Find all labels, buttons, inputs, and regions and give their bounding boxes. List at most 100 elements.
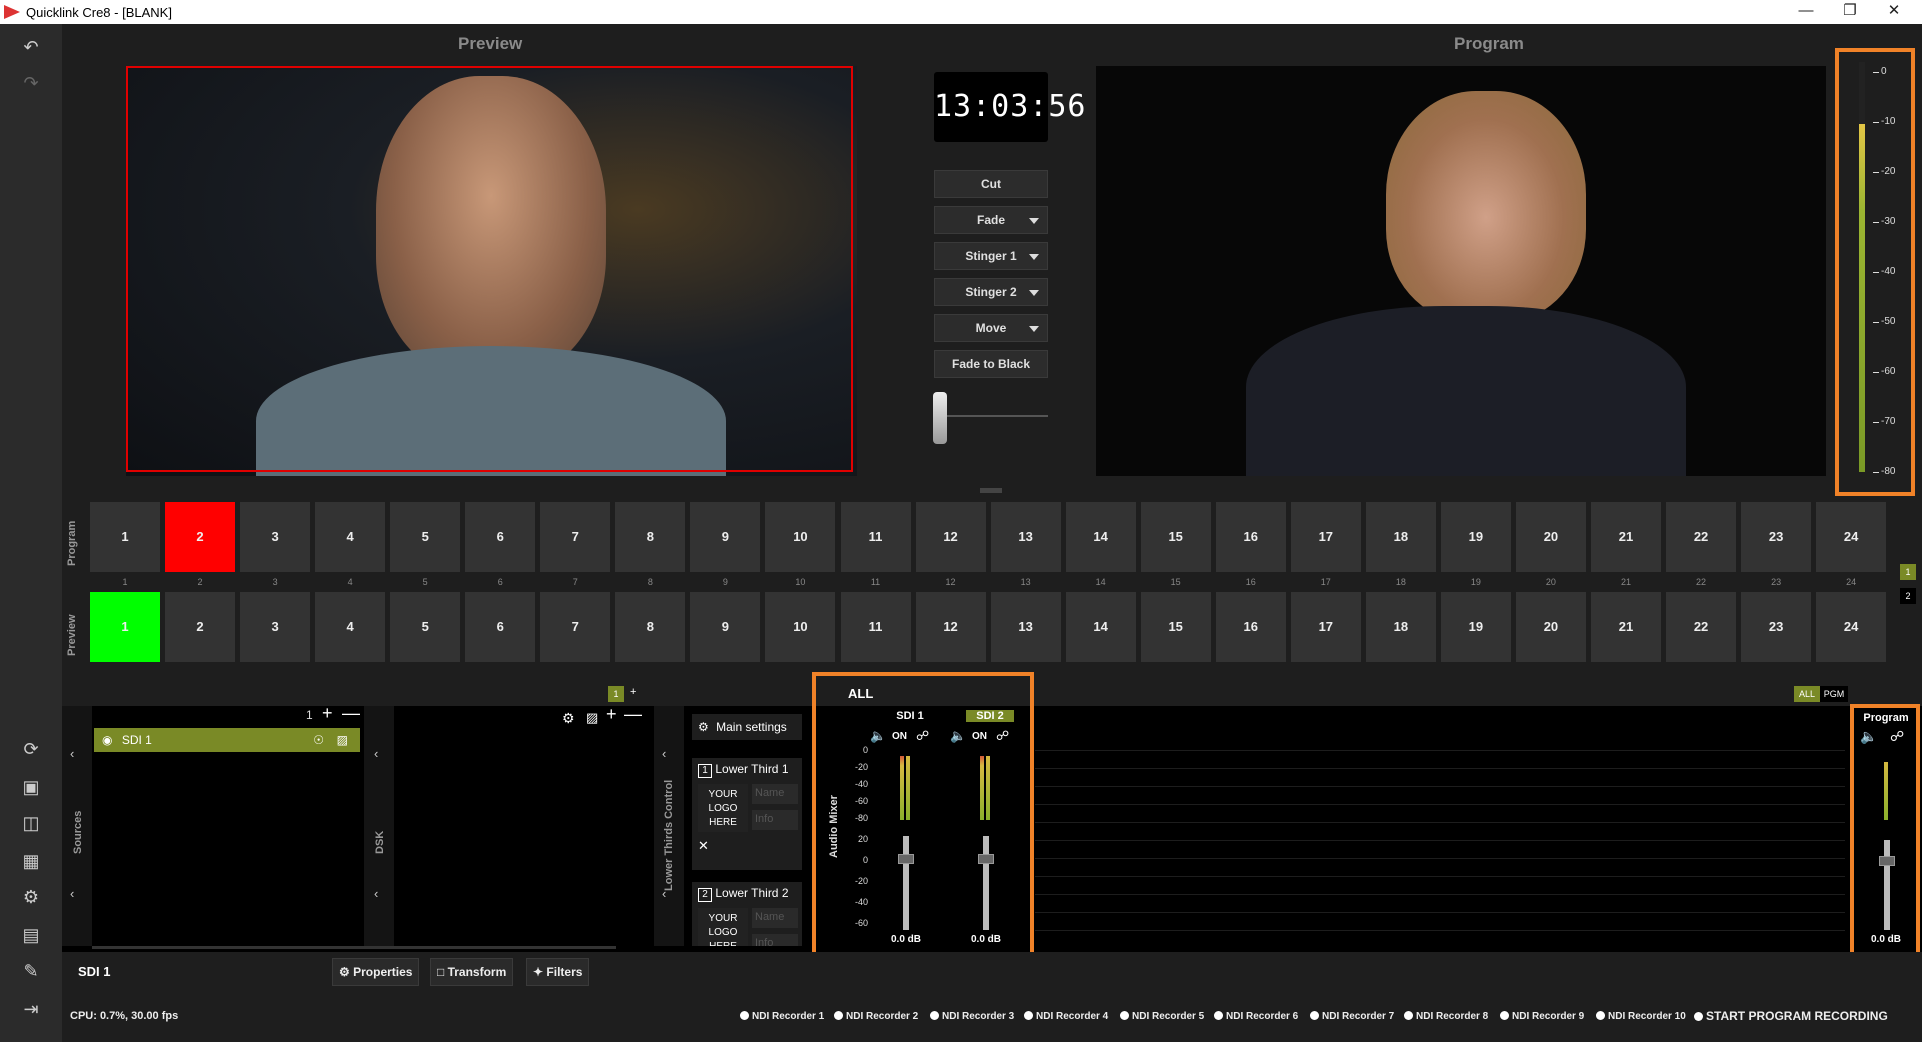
preview-button-24[interactable]: 24 (1816, 592, 1887, 662)
sources-expand-icon[interactable]: ‹ (70, 746, 74, 761)
program-button-3[interactable]: 3 (240, 502, 311, 572)
dsk-add-small-icon[interactable]: + (630, 686, 636, 698)
preview-button-12[interactable]: 12 (915, 592, 986, 662)
ndi-recorder-9-toggle[interactable]: NDI Recorder 9 (1500, 1011, 1584, 1022)
preview-button-9[interactable]: 9 (690, 592, 761, 662)
program-video[interactable] (1096, 66, 1826, 476)
program-button-11[interactable]: 11 (840, 502, 911, 572)
bus-page-1[interactable]: 1 (1900, 564, 1916, 580)
lt1-info-field[interactable]: Info (752, 810, 798, 830)
program-button-10[interactable]: 10 (765, 502, 836, 572)
preview-button-6[interactable]: 6 (465, 592, 536, 662)
program-button-24[interactable]: 24 (1816, 502, 1887, 572)
preview-button-19[interactable]: 19 (1440, 592, 1511, 662)
exit-icon[interactable]: ⇥ (18, 996, 44, 1022)
source-item-sdi1[interactable]: ◉ SDI 1 ☉ ▨ (94, 728, 360, 752)
transition-cut-button[interactable]: Cut (934, 170, 1048, 198)
chevron-down-icon[interactable] (1029, 218, 1039, 224)
screen-icon[interactable]: ◫ (18, 810, 44, 836)
visibility-icon[interactable]: ☉ (313, 728, 324, 752)
lt-collapse-icon[interactable]: ‹ (662, 886, 666, 901)
program-button-17[interactable]: 17 (1290, 502, 1361, 572)
dsk-collapse-icon[interactable]: ‹ (374, 886, 378, 901)
ndi-recorder-3-toggle[interactable]: NDI Recorder 3 (930, 1011, 1014, 1022)
transition-stinger-1-button[interactable]: Stinger 1 (934, 242, 1048, 270)
program-button-23[interactable]: 23 (1741, 502, 1812, 572)
program-button-1[interactable]: 1 (90, 502, 160, 572)
monitor-icon[interactable]: ▣ (18, 774, 44, 800)
program-button-6[interactable]: 6 (465, 502, 536, 572)
ndi-recorder-5-toggle[interactable]: NDI Recorder 5 (1120, 1011, 1204, 1022)
transition-fade-to-black-button[interactable]: Fade to Black (934, 350, 1048, 378)
lock-icon[interactable]: ▨ (337, 728, 348, 752)
audio-tab-all[interactable]: ALL (1794, 686, 1820, 702)
preview-button-20[interactable]: 20 (1515, 592, 1586, 662)
lower-third-1[interactable]: 1 Lower Third 1 YOUR LOGO HERE Name Info… (692, 758, 802, 870)
preview-button-1[interactable]: 1 (90, 592, 160, 662)
preview-button-13[interactable]: 13 (990, 592, 1061, 662)
program-button-5[interactable]: 5 (390, 502, 461, 572)
chevron-down-icon[interactable] (1029, 326, 1039, 332)
preview-selection-box[interactable] (126, 66, 853, 472)
preview-button-21[interactable]: 21 (1591, 592, 1661, 662)
sources-collapse-icon[interactable]: ‹ (70, 886, 74, 901)
ndi-recorder-1-toggle[interactable]: NDI Recorder 1 (740, 1011, 824, 1022)
program-button-16[interactable]: 16 (1215, 502, 1286, 572)
filters-button[interactable]: ✦ Filters (526, 958, 590, 986)
dsk-remove-icon[interactable]: — (624, 704, 642, 725)
transform-button[interactable]: □ Transform (430, 958, 514, 986)
properties-button[interactable]: ⚙ Properties (332, 958, 420, 986)
preview-button-5[interactable]: 5 (390, 592, 461, 662)
program-button-9[interactable]: 9 (690, 502, 761, 572)
preview-button-16[interactable]: 16 (1215, 592, 1286, 662)
ndi-recorder-7-toggle[interactable]: NDI Recorder 7 (1310, 1011, 1394, 1022)
close-icon[interactable]: ✕ (1874, 0, 1914, 24)
dsk-add-icon[interactable]: + (606, 704, 617, 725)
program-button-2[interactable]: 2 (165, 502, 236, 572)
redo-icon[interactable]: ↷ (18, 70, 44, 96)
restore-icon[interactable]: ❐ (1830, 0, 1870, 24)
ndi-recorder-10-toggle[interactable]: NDI Recorder 10 (1596, 1011, 1686, 1022)
lt1-name-field[interactable]: Name (752, 784, 798, 804)
preview-button-2[interactable]: 2 (165, 592, 236, 662)
chevron-down-icon[interactable] (1029, 290, 1039, 296)
sources-scrollbar[interactable] (92, 946, 616, 949)
program-button-12[interactable]: 12 (915, 502, 986, 572)
splitter-handle[interactable] (980, 488, 1002, 493)
chevron-down-icon[interactable] (1029, 254, 1039, 260)
preview-button-11[interactable]: 11 (840, 592, 911, 662)
preview-button-18[interactable]: 18 (1365, 592, 1436, 662)
main-settings-button[interactable]: ⚙ Main settings (692, 714, 802, 740)
preview-button-7[interactable]: 7 (540, 592, 611, 662)
dsk-lock-icon[interactable]: ▨ (586, 710, 598, 726)
ndi-recorder-4-toggle[interactable]: NDI Recorder 4 (1024, 1011, 1108, 1022)
minimize-icon[interactable]: — (1786, 0, 1826, 24)
tbar-handle[interactable] (933, 392, 947, 444)
preview-button-22[interactable]: 22 (1666, 592, 1737, 662)
preview-button-15[interactable]: 15 (1140, 592, 1211, 662)
remove-source-icon[interactable]: — (342, 703, 360, 724)
ndi-recorder-2-toggle[interactable]: NDI Recorder 2 (834, 1011, 918, 1022)
transition-move-button[interactable]: Move (934, 314, 1048, 342)
program-button-22[interactable]: 22 (1666, 502, 1737, 572)
lt2-name-field[interactable]: Name (752, 908, 798, 928)
ndi-recorder-8-toggle[interactable]: NDI Recorder 8 (1404, 1011, 1488, 1022)
layout-grid-icon[interactable]: ▦ (18, 848, 44, 874)
preview-button-8[interactable]: 8 (615, 592, 686, 662)
program-button-4[interactable]: 4 (315, 502, 386, 572)
lt2-info-field[interactable]: Info (752, 934, 798, 946)
dsk-settings-icon[interactable]: ⚙ (562, 710, 575, 727)
program-button-8[interactable]: 8 (615, 502, 686, 572)
program-button-7[interactable]: 7 (540, 502, 611, 572)
preview-button-23[interactable]: 23 (1741, 592, 1812, 662)
audio-tab-pgm[interactable]: PGM (1820, 686, 1848, 702)
program-button-19[interactable]: 19 (1440, 502, 1511, 572)
preview-video[interactable] (126, 66, 857, 476)
lt-expand-icon[interactable]: ‹ (662, 746, 666, 761)
undo-icon[interactable]: ↶ (18, 34, 44, 60)
transition-fade-button[interactable]: Fade (934, 206, 1048, 234)
folder-icon[interactable]: ▤ (18, 922, 44, 948)
start-program-recording-button[interactable]: START PROGRAM RECORDING (1694, 1009, 1888, 1023)
program-button-20[interactable]: 20 (1515, 502, 1586, 572)
add-source-icon[interactable]: + (322, 703, 333, 724)
